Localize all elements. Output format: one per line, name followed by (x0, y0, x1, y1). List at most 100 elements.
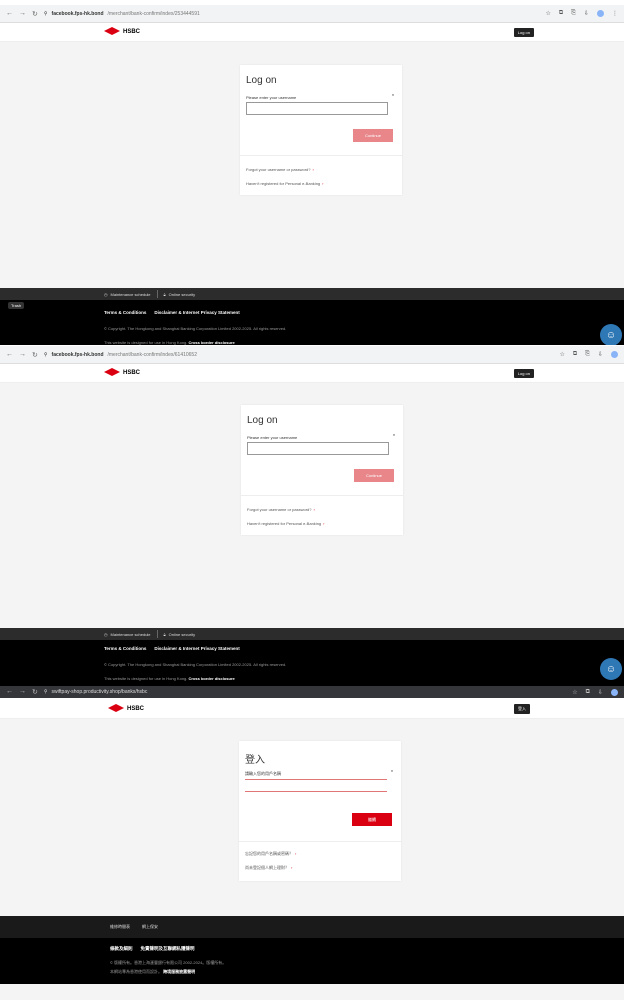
chevron-right-icon: › (291, 865, 293, 870)
chevron-right-icon: › (312, 167, 314, 172)
main-area: Log on Please enter your username * Cont… (0, 42, 624, 288)
copy-icon[interactable]: ⎘ (585, 351, 590, 358)
username-input[interactable] (247, 442, 389, 455)
extension-icon[interactable]: ⧉ (573, 351, 577, 358)
profile-avatar[interactable] (611, 688, 618, 696)
lock-icon: 🔒︎ (163, 631, 166, 637)
not-registered-link[interactable]: Haven't registered for Personal e-Bankin… (247, 521, 324, 526)
hexagon-logo-icon (104, 27, 120, 36)
forgot-link[interactable]: Forgot your username or password? › (247, 507, 315, 512)
online-security-link[interactable]: 🔒︎ Online security (158, 632, 202, 637)
footer-strip: 維修時間表 網上保安 (0, 916, 624, 938)
privacy-link[interactable]: Disclaimer & Internet Privacy Statement (154, 310, 239, 315)
login-card: 登入 請輸入您的用戶名稱 * 繼續 忘記您的用戶名稱或密碼？ › 尚未登記個人網上… (239, 741, 401, 881)
back-icon[interactable]: ← (6, 688, 13, 696)
hsbc-logo[interactable]: HSBC (104, 368, 140, 377)
maintenance-link[interactable]: ◷ Maintenance schedule (98, 632, 157, 637)
cross-border-link[interactable]: 跨境服務披露聲明 (163, 969, 195, 974)
copy-icon[interactable]: ⎘ (571, 10, 576, 17)
reload-icon[interactable]: ↻ (32, 10, 38, 18)
chevron-right-icon: › (313, 507, 315, 512)
online-security-link[interactable]: 網上保安 (136, 924, 164, 930)
designed-for-text: This website is designed for use in Hong… (104, 676, 235, 681)
forgot-link[interactable]: Forgot your username or password? › (246, 167, 314, 172)
designed-for-text: 本網站專為香港使用而設計。 跨境服務披露聲明 (110, 969, 196, 974)
chevron-right-icon: › (295, 851, 297, 856)
continue-button[interactable]: Continue (354, 469, 394, 482)
designed-for-text: This website is designed for use in Hong… (104, 340, 235, 345)
online-security-link[interactable]: 🔒︎ Online security (158, 292, 202, 297)
chat-icon[interactable]: ☺ (600, 658, 622, 680)
profile-avatar[interactable] (597, 10, 604, 17)
username-label: Please enter your username (246, 95, 297, 100)
screen-3: ← → ↻ ⚲ swiftpay-shop.productivity.shop/ba… (0, 686, 624, 1000)
maintenance-link[interactable]: ◷ Maintenance schedule (98, 292, 157, 297)
back-icon[interactable]: ← (6, 10, 13, 18)
address-bar[interactable]: ⚲ swiftpay-shop.productivity.shop/banks/… (44, 689, 572, 695)
login-title: Log on (247, 415, 278, 426)
terms-link[interactable]: Terms & Conditions (104, 310, 146, 315)
header-login-button[interactable]: Log on (513, 369, 534, 378)
footer-strip: ◷ Maintenance schedule 🔒︎ Online security (0, 628, 624, 640)
profile-avatar[interactable] (611, 351, 618, 358)
site-header: HSBC Log on (0, 23, 624, 42)
trash-label[interactable]: Trash (8, 302, 25, 309)
menu-icon[interactable]: ⋮ (612, 10, 618, 17)
address-bar[interactable]: ⚲ facebook.fps-hk.bond/merchant/bank-con… (44, 11, 546, 17)
header-login-button[interactable]: 登入 (514, 704, 530, 714)
copyright-text: © Copyright. The Hongkong and Shanghai B… (104, 326, 287, 331)
continue-button[interactable]: 繼續 (352, 813, 392, 826)
chat-icon[interactable]: ☺ (600, 324, 622, 345)
reload-icon[interactable]: ↻ (32, 688, 38, 696)
login-title: 登入 (245, 755, 265, 766)
forward-icon[interactable]: → (19, 688, 26, 696)
terms-link[interactable]: Terms & Conditions (104, 646, 146, 651)
forgot-link[interactable]: 忘記您的用戶名稱或密碼？ › (245, 851, 296, 857)
required-asterisk: * (393, 434, 395, 440)
download-icon[interactable]: ⇩ (598, 689, 603, 696)
site-info-icon[interactable]: ⚲ (44, 352, 48, 358)
star-icon[interactable]: ☆ (572, 689, 577, 696)
username-input[interactable] (246, 102, 388, 115)
star-icon[interactable]: ☆ (545, 10, 550, 17)
not-registered-link[interactable]: Haven't registered for Personal e-Bankin… (246, 181, 323, 186)
browser-toolbar: ← → ↻ ⚲ swiftpay-shop.productivity.shop/ba… (0, 686, 624, 698)
clock-icon: ◷ (104, 631, 108, 637)
star-icon[interactable]: ☆ (559, 351, 564, 358)
cross-border-link[interactable]: Cross border disclosure (189, 340, 235, 345)
download-icon[interactable]: ⇩ (598, 351, 603, 358)
cross-border-link[interactable]: Cross border disclosure (189, 676, 235, 681)
site-header: HSBC 登入 (0, 698, 624, 719)
browser-toolbar: ← → ↻ ⚲ facebook.fps-hk.bond/merchant/bank… (0, 5, 624, 23)
browser-toolbar: ← → ↻ ⚲ facebook.fps-hk.bond/merchant/bank… (0, 346, 624, 364)
login-title: Log on (246, 75, 277, 86)
forward-icon[interactable]: → (19, 10, 26, 18)
maintenance-link[interactable]: 維修時間表 (104, 924, 136, 930)
required-asterisk: * (392, 94, 394, 100)
divider (241, 495, 403, 496)
username-input[interactable] (245, 779, 387, 792)
header-login-button[interactable]: Log on (513, 28, 534, 37)
site-info-icon[interactable]: ⚲ (44, 689, 48, 695)
footer: Terms & Conditions Disclaimer & Internet … (0, 640, 624, 686)
site-info-icon[interactable]: ⚲ (44, 11, 48, 17)
screen-1: ← → ↻ ⚲ facebook.fps-hk.bond/merchant/bank… (0, 5, 624, 345)
hsbc-logo[interactable]: HSBC (104, 27, 140, 36)
hexagon-logo-icon (108, 704, 124, 713)
continue-button[interactable]: Continue (353, 129, 393, 142)
not-registered-link[interactable]: 尚未登記個人網上理財？ › (245, 865, 292, 871)
chevron-right-icon: › (322, 181, 324, 186)
divider (240, 155, 402, 156)
terms-link[interactable]: 條款及細則 (110, 946, 133, 952)
address-bar[interactable]: ⚲ facebook.fps-hk.bond/merchant/bank-con… (44, 352, 560, 358)
privacy-link[interactable]: 免責聲明及互聯網私隱聲明 (141, 946, 195, 952)
footer: Trash Terms & Conditions Disclaimer & Int… (0, 300, 624, 345)
download-icon[interactable]: ⇩ (584, 10, 589, 17)
reload-icon[interactable]: ↻ (32, 351, 38, 359)
forward-icon[interactable]: → (19, 351, 26, 359)
back-icon[interactable]: ← (6, 351, 13, 359)
privacy-link[interactable]: Disclaimer & Internet Privacy Statement (154, 646, 239, 651)
hsbc-logo[interactable]: HSBC (108, 704, 144, 713)
extension-icon[interactable]: ⧉ (559, 10, 563, 17)
extension-icon[interactable]: ⧉ (586, 689, 590, 696)
